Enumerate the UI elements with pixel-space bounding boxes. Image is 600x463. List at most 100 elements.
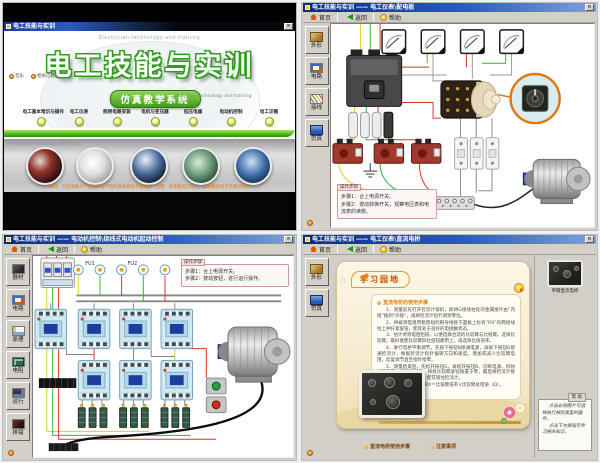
toolbar: 首页 返回 帮助: [303, 12, 596, 23]
circuit-icon: [12, 295, 25, 305]
current-transformer: [411, 139, 440, 164]
music-icon[interactable]: [8, 450, 14, 456]
thumbnail-label: 单臂直流电桥: [535, 288, 595, 294]
dc-bridge-photo: [359, 370, 425, 418]
link-precautions[interactable]: 注意事项: [430, 443, 456, 450]
sidebar-button-principle[interactable]: 原理: [6, 320, 30, 348]
titlebar[interactable]: 电工技能与实训 —— 电动机控制\绕线式电动机起动控制 ×: [4, 235, 295, 244]
contactor[interactable]: [161, 360, 193, 399]
sidebar: 器材 电路 原理 电阻 运行 排错: [4, 255, 32, 459]
paragraph: 4．进行电桥平衡调节。先按下按钮B接通电源，再按下按钮G接通检流计，根据检流计指…: [377, 346, 515, 364]
step-line: 步骤2：按动按钮，进行运行操作。: [185, 276, 285, 283]
menu-circle-button[interactable]: [227, 117, 236, 126]
learn-window: 电工技能与实训 —— 电工仪表\直流电桥 × 首页 返回 帮助 外形 仿真 学习…: [301, 234, 598, 461]
contactor[interactable]: [161, 309, 193, 348]
rotary-switch[interactable]: [441, 81, 500, 118]
music-icon[interactable]: [307, 220, 313, 226]
letterbox-bar: [4, 192, 295, 229]
link-usage-steps[interactable]: 直流电桥使用步骤: [364, 443, 410, 450]
menu-item[interactable]: 低压电器: [173, 109, 213, 126]
menu-circle-button[interactable]: [75, 117, 84, 126]
run-icon: [12, 388, 25, 398]
help-text-line: 点击右侧图片可选择执行相应类型的器件。: [542, 404, 588, 424]
help-button[interactable]: 帮助: [376, 245, 405, 254]
sidebar-button-resistor[interactable]: 电阻: [6, 351, 30, 379]
menu-item[interactable]: 电动机控制: [211, 109, 251, 126]
fuse-row: FU1 FU2: [73, 261, 170, 275]
menu-circle-button[interactable]: [37, 117, 46, 126]
contactor[interactable]: [78, 360, 110, 399]
topic-title: 直流电桥的使用步骤: [377, 299, 515, 306]
toolbar-separator: [38, 245, 39, 253]
stop-button[interactable]: [212, 401, 220, 409]
circuit-breaker[interactable]: [41, 256, 74, 288]
window-title: 电工技能与实训 —— 电动机控制\绕线式电动机起动控制: [13, 235, 282, 244]
menu-item[interactable]: 电工仪表: [59, 109, 99, 126]
home-button[interactable]: 首页: [306, 13, 335, 22]
splash-titlebar[interactable]: 电工技能与实训 ×: [4, 22, 295, 31]
sidebar-button-run[interactable]: 运行: [6, 382, 30, 410]
paragraph: 3．估计待测电阻阻值，以便选择合适的比较臂与比值臂。选择比较臂，最好能使比较臂四…: [377, 333, 515, 345]
menu-item[interactable]: 电机与变压器: [135, 109, 175, 126]
knob-icon: [386, 395, 400, 409]
sidebar-button-wiring[interactable]: 接线: [305, 88, 329, 116]
simulation-canvas: 操作步骤 步骤1：合上电源开关。 步骤2：按动转换开关，观察电压表和电流表的读数…: [330, 23, 595, 228]
menu-item[interactable]: 电工基本常识与操作: [21, 109, 61, 126]
music-icon[interactable]: [307, 450, 313, 456]
contactor[interactable]: [120, 309, 152, 348]
help-text-line: 点击下方按钮可学习相关知识。: [542, 424, 588, 437]
help-button[interactable]: 帮助: [376, 13, 405, 22]
sidebar-button-circuit[interactable]: 电路: [305, 57, 329, 85]
home-button[interactable]: 首页: [306, 245, 335, 254]
analog-meter: [500, 30, 524, 54]
sidebar-button-appearance[interactable]: 外形: [305, 258, 329, 286]
menu-item[interactable]: 照明电路安装: [97, 109, 137, 126]
contactor[interactable]: [78, 309, 110, 348]
contactor[interactable]: [35, 309, 67, 348]
button-station[interactable]: [206, 378, 226, 412]
analog-meter: [461, 30, 485, 54]
sidebar-button-equipment[interactable]: 器材: [6, 258, 30, 286]
help-button[interactable]: 帮助: [77, 245, 106, 254]
home-button[interactable]: 首页: [7, 245, 36, 254]
menu-circle-button[interactable]: [151, 117, 160, 126]
menu-circle-button[interactable]: [113, 117, 122, 126]
back-button[interactable]: 返回: [340, 245, 371, 254]
sidebar-button-troubleshoot[interactable]: 排错: [6, 413, 30, 441]
app-icon: [305, 237, 310, 242]
app-icon: [6, 24, 11, 29]
back-arrow-icon: [344, 246, 353, 252]
sidebar-button-simulation[interactable]: 仿真: [305, 119, 329, 147]
photo-device: [130, 147, 168, 185]
help-icon: [380, 246, 387, 253]
titlebar[interactable]: 电工技能与实训 —— 电工仪表\直流电桥 ×: [303, 235, 596, 244]
close-icon[interactable]: ×: [585, 236, 594, 243]
sidebar-button-simulation[interactable]: 仿真: [305, 289, 329, 317]
toolbar: 首页 返回 帮助: [4, 244, 295, 255]
equipment-icon: [12, 264, 25, 274]
close-icon[interactable]: ×: [284, 236, 293, 243]
english-subtitle: Electrician technology and training: [173, 94, 252, 99]
selector-panel: 单臂直流电桥 帮 助 点击右侧图片可选择执行相应类型的器件。 点击下方按钮可学习…: [534, 255, 595, 458]
operation-steps-box: 操作步骤 步骤1：合上电源开关。 步骤2：按动转换开关，观察电压表和电流表的读数…: [337, 189, 437, 219]
learning-page: 学习园地 直流电桥的使用步骤 1．测量前先打开检流计锁扣，即将G接线柱处的金属接…: [336, 261, 530, 429]
back-button[interactable]: 返回: [340, 13, 371, 22]
sidebar-button-circuit[interactable]: 电路: [6, 289, 30, 317]
menu-circle-button[interactable]: [189, 117, 198, 126]
main-breaker[interactable]: [347, 49, 402, 106]
close-icon[interactable]: ×: [284, 23, 293, 30]
resistor-icon: [12, 357, 25, 367]
paragraph: 2．将被测电阻用粗而短的铜导线接于面板上标有“RX”的两接线柱上并拧紧旋钮，使其…: [377, 321, 515, 333]
menu-circle-button[interactable]: [265, 117, 274, 126]
close-icon[interactable]: ×: [585, 4, 594, 11]
sidebar-button-appearance[interactable]: 外形: [305, 26, 329, 54]
titlebar[interactable]: 电工技能与实训 —— 电工仪表\配电板 ×: [303, 3, 596, 12]
start-button[interactable]: [212, 382, 220, 390]
menu-item[interactable]: 电工识图: [249, 109, 289, 126]
contactor[interactable]: [120, 360, 152, 399]
back-arrow-icon: [45, 246, 54, 252]
bridge-thumbnail[interactable]: [547, 260, 583, 287]
gold-strip: [379, 421, 521, 424]
back-button[interactable]: 返回: [41, 245, 72, 254]
voltage-relay: [486, 138, 499, 169]
